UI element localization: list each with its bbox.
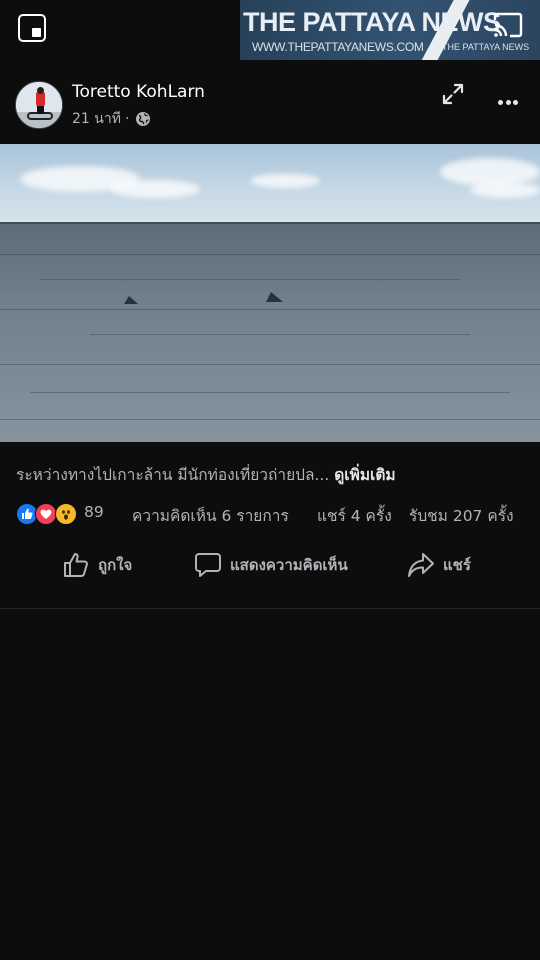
author-avatar[interactable] [15,81,63,129]
like-button[interactable]: ถูกใจ [62,550,132,580]
cast-icon[interactable] [492,12,524,38]
watermark-subtitle: THE PATTAYA NEWS [442,42,530,52]
share-count[interactable]: แชร์ 4 ครั้ง [317,503,392,528]
comment-label: แสดงความคิดเห็น [230,556,348,574]
dolphin-fin [266,292,283,302]
like-icon [64,553,88,577]
meta-separator: · [124,111,130,127]
dolphin-fin [124,296,138,304]
post-actions: ถูกใจ แสดงความคิดเห็น แชร์ [0,540,540,590]
caption-text: ระหว่างทางไปเกาะล้าน มีนักท่องเที่ยวถ่าย… [16,466,330,484]
reaction-icons[interactable] [16,502,82,526]
video-sea [0,223,540,442]
wow-reaction-icon [55,503,77,525]
see-more-link[interactable]: ดูเพิ่มเติม [334,466,395,484]
divider [0,608,540,609]
globe-icon [136,112,151,126]
comment-button[interactable]: แสดงความคิดเห็น [194,550,348,580]
post-caption: ระหว่างทางไปเกาะล้าน มีนักท่องเที่ยวถ่าย… [16,462,526,487]
post-meta: 21 นาที · [72,108,151,130]
top-bar: THE PATTAYA NEWS WWW.THEPATTAYANEWS.COM … [0,0,540,60]
comment-count[interactable]: ความคิดเห็น 6 รายการ [132,503,289,528]
watermark-title: THE PATTAYA NEWS [243,7,501,37]
share-label: แชร์ [443,556,471,574]
video-player[interactable] [0,144,540,442]
reaction-count[interactable]: 89 [84,503,104,521]
like-label: ถูกใจ [98,556,133,574]
post-time[interactable]: 21 นาที [72,108,121,130]
picture-in-picture-icon[interactable] [18,14,46,42]
share-icon [408,553,434,577]
post-stats: 89 ความคิดเห็น 6 รายการ แชร์ 4 ครั้ง รับ… [16,502,526,526]
view-count: รับชม 207 ครั้ง [409,507,514,525]
love-reaction-icon [35,503,57,525]
more-options-icon[interactable] [498,90,522,105]
share-button[interactable]: แชร์ [407,550,471,580]
watermark-url: WWW.THEPATTAYANEWS.COM [252,40,424,54]
author-name[interactable]: Toretto KohLarn [72,82,205,102]
comment-icon [195,553,221,577]
expand-icon[interactable] [441,82,465,106]
post-header: Toretto KohLarn 21 นาที · [0,60,540,144]
